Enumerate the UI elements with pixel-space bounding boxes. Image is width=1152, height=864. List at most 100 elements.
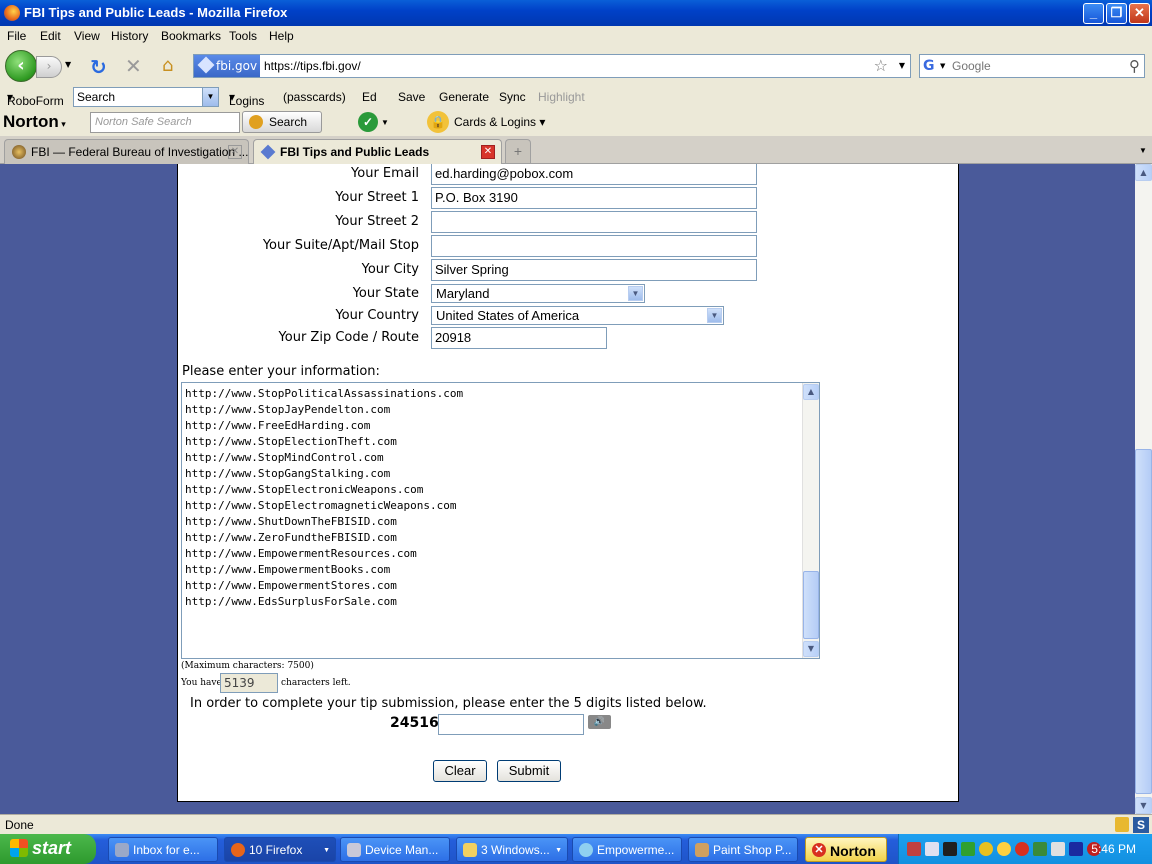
zip-field[interactable]: 20918 [431, 327, 607, 349]
roboform-highlight-button[interactable]: Highlight [538, 90, 585, 104]
menu-history[interactable]: History [111, 29, 148, 43]
taskbar-item-windows[interactable]: 3 Windows... ▼ [456, 837, 568, 862]
submit-button[interactable]: Submit [497, 760, 561, 782]
scroll-up-icon[interactable]: ▲ [1135, 164, 1152, 181]
form-row-state: Your State Maryland ▼ [178, 283, 960, 305]
clear-button[interactable]: Clear [433, 760, 487, 782]
clock[interactable]: 5:46 PM [1091, 842, 1136, 856]
tray-icon[interactable] [1033, 842, 1047, 856]
textarea-scrollbar[interactable]: ▲ ▼ [802, 383, 819, 658]
home-icon[interactable]: ⌂ [162, 55, 173, 76]
country-select[interactable]: United States of America ▼ [431, 306, 724, 325]
email-field[interactable]: ed.harding@pobox.com [431, 164, 757, 185]
maximize-button[interactable]: ❐ [1106, 3, 1127, 24]
tray-icon[interactable] [979, 842, 993, 856]
city-field[interactable]: Silver Spring [431, 259, 757, 281]
textarea-scroll-thumb[interactable] [803, 571, 819, 639]
google-icon[interactable]: G [923, 58, 939, 74]
menu-tools[interactable]: Tools [229, 29, 257, 43]
lock-icon[interactable]: 🔒 [427, 111, 449, 133]
bookmark-star-icon[interactable]: ☆ [874, 56, 888, 75]
stop-icon[interactable]: ✕ [125, 54, 142, 78]
menu-view[interactable]: View [74, 29, 100, 43]
search-input[interactable] [952, 57, 1112, 75]
speaker-icon[interactable]: 🔊 [588, 715, 611, 729]
roboform-user[interactable]: Ed [362, 90, 377, 104]
url-text[interactable]: https://tips.fbi.gov/ [264, 59, 361, 73]
tab-fbi-tips[interactable]: FBI Tips and Public Leads ✕ [253, 139, 502, 164]
menu-file[interactable]: File [7, 29, 26, 43]
tab-list-dropdown-icon[interactable]: ▼ [1134, 139, 1152, 163]
taskbar-item-empowerment[interactable]: Empowerme... [572, 837, 682, 862]
scroll-up-icon[interactable]: ▲ [803, 384, 819, 400]
menu-edit[interactable]: Edit [40, 29, 61, 43]
roboform-sync-button[interactable]: Sync [499, 90, 526, 104]
search-bar[interactable]: G ▼ ⚲ [919, 54, 1145, 78]
chevron-down-icon[interactable]: ▼ [202, 88, 218, 106]
start-button[interactable]: start [0, 834, 96, 864]
chevron-down-icon[interactable]: ▼ [628, 286, 643, 301]
search-icon[interactable]: ⚲ [1129, 57, 1140, 75]
back-button[interactable]: ‹ [5, 50, 37, 82]
start-label: start [32, 838, 72, 858]
close-tab-icon[interactable]: ✕ [481, 145, 495, 159]
suite-field[interactable] [431, 235, 757, 257]
norton-search-input[interactable]: Norton Safe Search [90, 112, 240, 133]
tab-fbi-home[interactable]: FBI — Federal Bureau of Investigation ..… [4, 139, 249, 164]
street2-field[interactable] [431, 211, 757, 233]
secure-lock-icon[interactable] [1115, 817, 1129, 832]
scroll-down-icon[interactable]: ▼ [1135, 797, 1152, 814]
information-label: Please enter your information: [182, 364, 380, 379]
information-textarea[interactable]: http://www.StopPoliticalAssassinations.c… [181, 382, 820, 659]
roboform-status-icon[interactable]: S [1133, 817, 1149, 833]
tray-icon[interactable] [961, 842, 975, 856]
chevron-down-icon[interactable]: ▼ [381, 118, 389, 127]
info-line: http://www.StopMindControl.com [185, 451, 384, 464]
page-scroll-thumb[interactable] [1135, 449, 1152, 794]
tray-icon[interactable] [1069, 842, 1083, 856]
logins-menu[interactable]: Logins ▾ [229, 90, 264, 108]
system-tray: 5:46 PM [898, 834, 1152, 864]
tray-icon[interactable] [1051, 842, 1065, 856]
scroll-down-icon[interactable]: ▼ [803, 641, 819, 657]
menu-bookmarks[interactable]: Bookmarks [161, 29, 221, 43]
norton-logo[interactable]: Norton ▾ [3, 112, 66, 132]
tray-icon[interactable] [943, 842, 957, 856]
url-dropdown-icon[interactable]: ▼ [899, 61, 905, 70]
page-scrollbar[interactable]: ▲ ▼ [1135, 164, 1152, 814]
search-engine-dropdown-icon[interactable]: ▼ [940, 62, 945, 70]
taskbar-item-paint-shop[interactable]: Paint Shop P... [688, 837, 798, 862]
passcards-button[interactable]: (passcards) [283, 90, 346, 104]
taskbar-item-inbox[interactable]: Inbox for e... [108, 837, 218, 862]
street1-field[interactable]: P.O. Box 3190 [431, 187, 757, 209]
norton-search-button[interactable]: Search [242, 111, 322, 133]
tray-icon[interactable] [925, 842, 939, 856]
tray-icon[interactable] [1015, 842, 1029, 856]
taskbar-item-firefox[interactable]: 10 Firefox ▼ [224, 837, 336, 862]
menu-help[interactable]: Help [269, 29, 294, 43]
roboform-menu[interactable]: RoboForm ▾ [7, 90, 64, 108]
task-label: Norton [830, 843, 876, 859]
tray-icon[interactable] [997, 842, 1011, 856]
new-tab-button[interactable]: + [505, 139, 531, 163]
form-row-country: Your Country United States of America ▼ [178, 305, 960, 327]
site-identity-badge[interactable]: fbi.gov [194, 55, 260, 77]
roboform-search-box[interactable]: Search ▼ [73, 87, 219, 107]
taskbar-item-device-manager[interactable]: Device Man... [340, 837, 450, 862]
taskbar-item-norton[interactable]: ✕ Norton [805, 837, 887, 862]
history-dropdown-icon[interactable]: ▼ [65, 60, 71, 69]
minimize-button[interactable]: _ [1083, 3, 1104, 24]
close-tab-icon[interactable]: ✕ [228, 145, 242, 159]
roboform-save-button[interactable]: Save [398, 90, 425, 104]
url-bar[interactable]: fbi.gov https://tips.fbi.gov/ ☆ ▼ [193, 54, 911, 78]
cards-logins-menu[interactable]: Cards & Logins ▾ [454, 115, 545, 129]
norton-shield-icon[interactable]: ✓ [358, 112, 378, 132]
reload-icon[interactable]: ↻ [90, 55, 107, 79]
close-button[interactable]: ✕ [1129, 3, 1150, 24]
forward-button[interactable]: › [36, 56, 62, 78]
state-select[interactable]: Maryland ▼ [431, 284, 645, 303]
captcha-input[interactable] [438, 714, 584, 735]
roboform-generate-button[interactable]: Generate [439, 90, 489, 104]
tray-icon[interactable] [907, 842, 921, 856]
chevron-down-icon[interactable]: ▼ [707, 308, 722, 323]
